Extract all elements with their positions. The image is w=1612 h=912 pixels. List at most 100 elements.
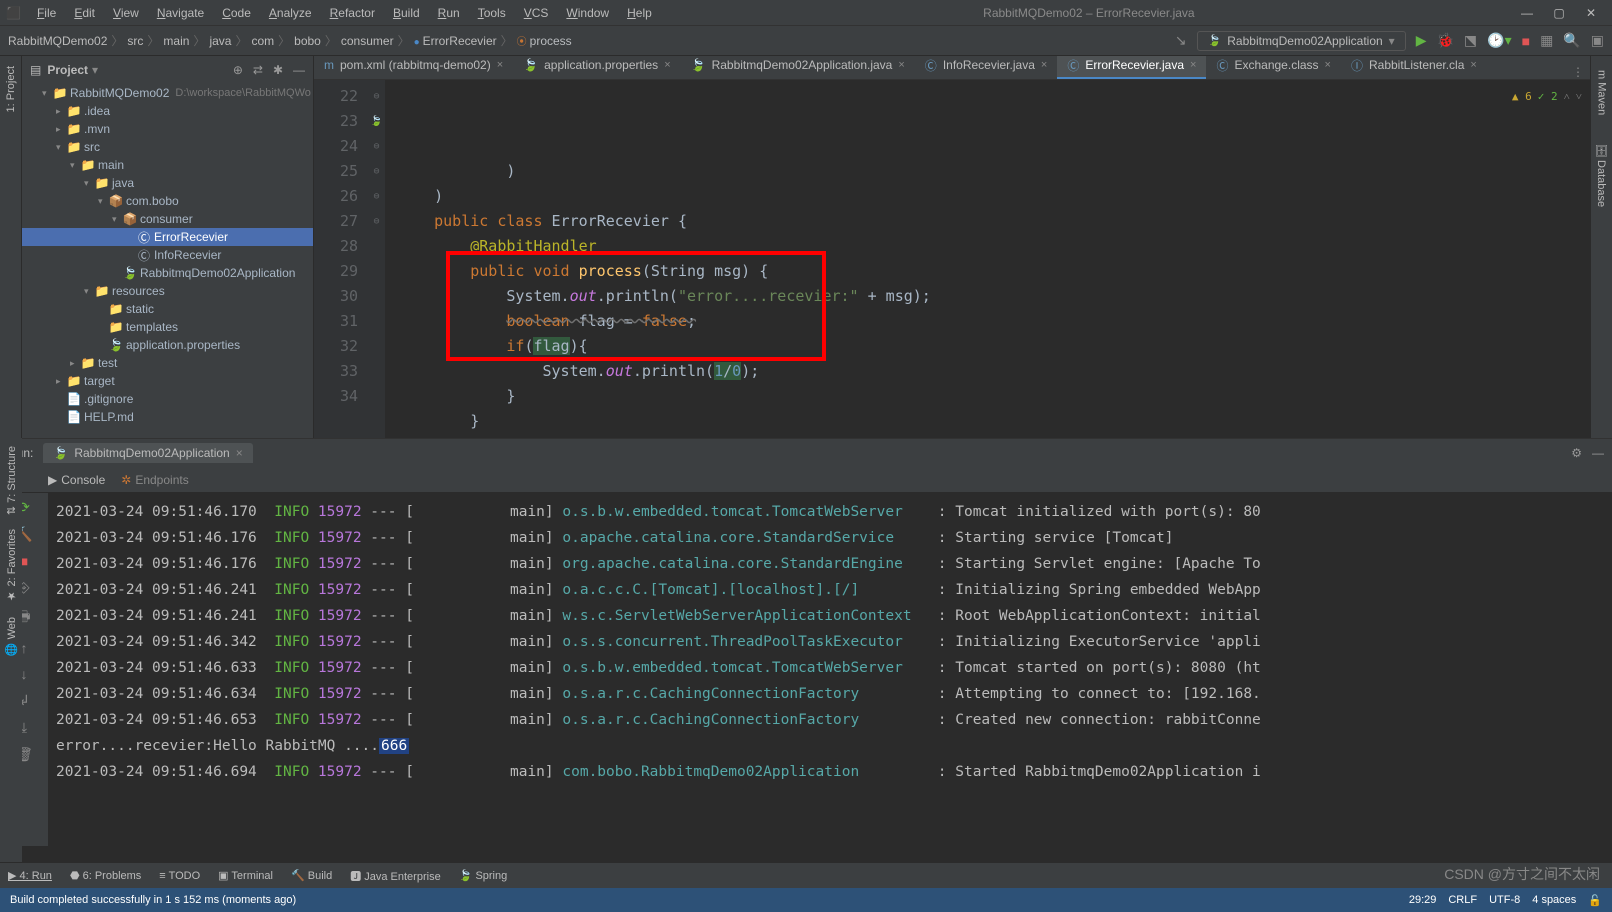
sidebar-tab-favorites[interactable]: ★ 2: Favorites [5,529,18,603]
sidebar-tab-web[interactable]: 🌐 Web [5,617,18,656]
menu-code[interactable]: Code [214,4,259,22]
minimize-icon[interactable]: ― [1518,6,1536,20]
menu-view[interactable]: View [105,4,147,22]
breadcrumb-item[interactable]: process [517,33,572,48]
breadcrumb-item[interactable]: ErrorRecevier [414,34,497,48]
menu-edit[interactable]: Edit [66,4,103,22]
close-tab-icon[interactable]: × [1041,59,1047,71]
tree-node[interactable]: ▸📁test [22,354,313,372]
line-separator[interactable]: CRLF [1448,894,1477,907]
tree-node[interactable]: 📄HELP.md [22,408,313,426]
coverage-button[interactable]: ⬔ [1464,32,1477,49]
menu-build[interactable]: Build [385,4,428,22]
scroll-up-icon[interactable]: ˄ [1564,84,1570,109]
editor-tab[interactable]: ⒸErrorRecevier.java× [1057,56,1206,79]
layout-button[interactable]: ▦ [1540,32,1553,49]
tree-node[interactable]: 📁templates [22,318,313,336]
sidebar-tab-database[interactable]: 🗄 Database [1593,137,1610,213]
project-tree[interactable]: ▾📁RabbitMQDemo02D:\workspace\RabbitMQWo▸… [22,84,313,438]
tree-node[interactable]: 📁static [22,300,313,318]
tree-node[interactable]: ▾📁src [22,138,313,156]
file-encoding[interactable]: UTF-8 [1489,894,1520,907]
readonly-icon[interactable]: 🔓 [1588,894,1602,907]
breadcrumb-item[interactable]: bobo [294,34,321,48]
tree-node[interactable]: 🍃application.properties [22,336,313,354]
editor-tab[interactable]: ⒸExchange.class× [1206,56,1341,79]
select-opened-file-icon[interactable]: ⊕ [233,63,243,77]
tree-node[interactable]: ▾📁resources [22,282,313,300]
editor-tab[interactable]: 🍃application.properties× [513,56,680,79]
close-tab-icon[interactable]: × [497,59,503,71]
menu-help[interactable]: Help [619,4,660,22]
close-tab-icon[interactable]: × [236,446,243,460]
minimize-pane-icon[interactable]: ― [1592,446,1604,460]
maximize-icon[interactable]: ▢ [1550,6,1568,20]
hide-icon[interactable]: ― [293,63,305,77]
tree-node[interactable]: ▸📁.mvn [22,120,313,138]
menu-window[interactable]: Window [558,4,617,22]
warn-indicator[interactable]: ▲ 6 [1512,84,1532,109]
close-tab-icon[interactable]: × [1190,59,1196,71]
tree-node[interactable]: ▾📁main [22,156,313,174]
breadcrumb-item[interactable]: RabbitMQDemo02 [8,34,107,48]
console-output[interactable]: 2021-03-24 09:51:46.170 INFO 15972 --- [… [48,493,1612,846]
console-tab[interactable]: ▶ Console [48,473,105,487]
tree-node[interactable]: ▸📁target [22,372,313,390]
run-tab[interactable]: 🍃 RabbitmqDemo02Application × [43,443,252,463]
breadcrumb-item[interactable]: main [163,34,189,48]
menu-file[interactable]: File [29,4,64,22]
gear-icon[interactable]: ⚙ [1571,446,1582,460]
menu-refactor[interactable]: Refactor [322,4,383,22]
sidebar-tab-structure[interactable]: ⇅ 7: Structure [5,446,18,515]
menu-navigate[interactable]: Navigate [149,4,212,22]
scroll-down-icon[interactable]: ˅ [1576,84,1582,109]
code-editor[interactable]: ▲ 6 ✓ 2 ˄ ˅ ) ) public class ErrorRecevi… [386,80,1590,438]
settings-button[interactable]: ▣ [1591,32,1604,49]
search-everywhere-button[interactable]: 🔍 [1563,32,1580,49]
breadcrumb-item[interactable]: consumer [341,34,394,48]
bottom-tab[interactable]: 🍃 Spring [459,869,508,882]
fold-gutter[interactable]: ⊖🍃⊖⊖⊖⊖ [368,80,386,438]
back-icon[interactable]: ↘ [1175,32,1187,49]
tree-node[interactable]: ▾📦com.bobo [22,192,313,210]
tree-node[interactable]: ▸📁.idea [22,102,313,120]
tree-node[interactable]: ▾📦consumer [22,210,313,228]
tree-node[interactable]: ⒸInfoRecevier [22,246,313,264]
bottom-tab[interactable]: ▶ 4: Run [8,869,52,882]
expand-all-icon[interactable]: ⇄ [253,63,263,77]
endpoints-tab[interactable]: ✲ Endpoints [121,473,188,487]
run-config-selector[interactable]: RabbitmqDemo02Application ▾ [1197,31,1406,51]
editor-tab[interactable]: ⒸInfoRecevier.java× [915,56,1058,79]
menu-tools[interactable]: Tools [470,4,514,22]
bottom-tab[interactable]: 🅹 Java Enterprise [350,868,440,884]
tree-node[interactable]: 📄.gitignore [22,390,313,408]
breadcrumb-item[interactable]: com [251,34,274,48]
bottom-tab[interactable]: ▣ Terminal [218,869,273,882]
tree-node[interactable]: ⒸErrorRecevier [22,228,313,246]
close-icon[interactable]: ✕ [1582,6,1600,20]
breadcrumb-item[interactable]: src [127,34,143,48]
indent-settings[interactable]: 4 spaces [1532,894,1576,907]
run-button[interactable]: ▶ [1416,32,1427,49]
sidebar-tab-project[interactable]: 1: Project [3,60,19,118]
menu-analyze[interactable]: Analyze [261,4,320,22]
collapse-all-icon[interactable]: ✱ [273,63,283,77]
bottom-tab[interactable]: 🔨 Build [291,869,332,882]
tree-node[interactable]: ▾📁RabbitMQDemo02D:\workspace\RabbitMQWo [22,84,313,102]
close-tab-icon[interactable]: × [1325,59,1331,71]
sidebar-tab-maven[interactable]: m Maven [1594,64,1610,121]
editor-tab[interactable]: mpom.xml (rabbitmq-demo02)× [314,56,513,79]
close-tab-icon[interactable]: × [1470,59,1476,71]
cursor-position[interactable]: 29:29 [1409,894,1437,907]
tree-node[interactable]: ▾📁java [22,174,313,192]
ok-indicator[interactable]: ✓ 2 [1538,84,1558,109]
editor-tab[interactable]: ⒾRabbitListener.cla× [1341,56,1487,79]
bottom-tab[interactable]: ⬣ 6: Problems [70,869,141,882]
profile-button[interactable]: 🕑▾ [1487,32,1511,49]
debug-button[interactable]: 🐞 [1436,32,1453,49]
menu-run[interactable]: Run [430,4,468,22]
editor-tab[interactable]: 🍃RabbitmqDemo02Application.java× [681,56,915,79]
breadcrumb-item[interactable]: java [209,34,231,48]
tree-node[interactable]: 🍃RabbitmqDemo02Application [22,264,313,282]
menu-vcs[interactable]: VCS [516,4,557,22]
